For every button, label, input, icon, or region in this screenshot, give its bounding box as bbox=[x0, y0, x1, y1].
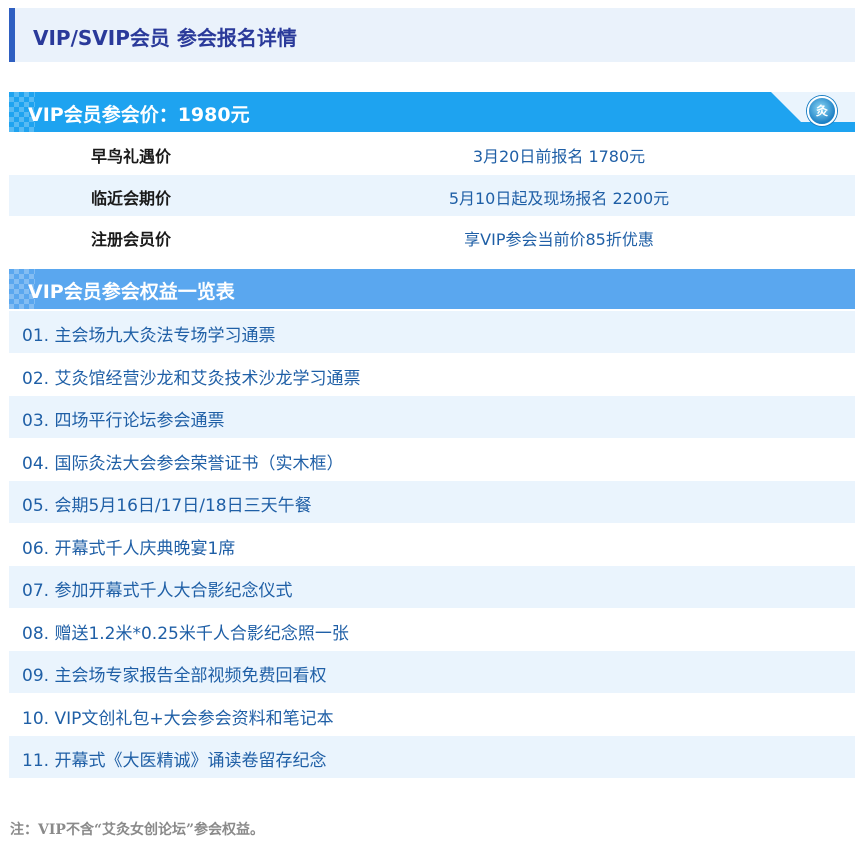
benefit-item: 09. 主会场专家报告全部视频免费回看权 bbox=[22, 666, 327, 686]
price-row-detail: 3月20日前报名 1780元 bbox=[472, 147, 646, 166]
benefit-row: 04. 国际灸法大会参会荣誉证书（实木框） bbox=[9, 439, 855, 481]
page-title-bar: VIP/SVIP会员 参会报名详情 bbox=[9, 8, 855, 62]
price-row-name: 临近会期价 bbox=[91, 189, 172, 208]
benefit-row: 06. 开幕式千人庆典晚宴1席 bbox=[9, 524, 855, 566]
moxibustion-logo-icon: 灸 bbox=[807, 96, 837, 126]
benefit-row: 11. 开幕式《大医精诚》诵读卷留存纪念 bbox=[9, 736, 855, 778]
benefit-row: 03. 四场平行论坛参会通票 bbox=[9, 396, 855, 438]
price-row-detail: 享VIP参会当前价85折优惠 bbox=[464, 230, 654, 249]
benefit-row: 01. 主会场九大灸法专场学习通票 bbox=[9, 311, 855, 353]
benefit-item: 06. 开幕式千人庆典晚宴1席 bbox=[22, 539, 236, 559]
benefit-row: 07. 参加开幕式千人大合影纪念仪式 bbox=[9, 566, 855, 608]
benefit-item: 10. VIP文创礼包+大会参会资料和笔记本 bbox=[22, 709, 334, 729]
price-row-detail: 5月10日起及现场报名 2200元 bbox=[448, 189, 670, 208]
benefit-item: 08. 赠送1.2米*0.25米千人合影纪念照一张 bbox=[22, 624, 349, 644]
benefit-row: 08. 赠送1.2米*0.25米千人合影纪念照一张 bbox=[9, 609, 855, 651]
price-row-name: 早鸟礼遇价 bbox=[91, 147, 172, 166]
benefit-row: 10. VIP文创礼包+大会参会资料和笔记本 bbox=[9, 694, 855, 736]
page-title: VIP/SVIP会员 参会报名详情 bbox=[33, 26, 297, 50]
price-section-header: VIP会员参会价：1980元 灸 bbox=[9, 92, 855, 132]
benefit-item: 02. 艾灸馆经营沙龙和艾灸技术沙龙学习通票 bbox=[22, 369, 361, 389]
benefit-item: 05. 会期5月16日/17日/18日三天午餐 bbox=[22, 496, 312, 516]
corner-decoration bbox=[771, 92, 855, 122]
price-section-title: VIP会员参会价：1980元 bbox=[28, 104, 250, 126]
benefit-row: 05. 会期5月16日/17日/18日三天午餐 bbox=[9, 481, 855, 523]
benefit-item: 07. 参加开幕式千人大合影纪念仪式 bbox=[22, 581, 293, 601]
benefit-item: 04. 国际灸法大会参会荣誉证书（实木框） bbox=[22, 454, 344, 474]
benefit-row: 02. 艾灸馆经营沙龙和艾灸技术沙龙学习通票 bbox=[9, 354, 855, 396]
benefit-item: 03. 四场平行论坛参会通票 bbox=[22, 411, 225, 431]
price-row: 早鸟礼遇价 3月20日前报名 1780元 bbox=[9, 133, 855, 174]
footnote: 注：VIP不含“艾灸女创论坛”参会权益。 bbox=[10, 822, 265, 838]
benefit-row: 09. 主会场专家报告全部视频免费回看权 bbox=[9, 651, 855, 693]
benefit-item: 11. 开幕式《大医精诚》诵读卷留存纪念 bbox=[22, 751, 327, 771]
benefits-section-header: VIP会员参会权益一览表 bbox=[9, 269, 855, 309]
price-row-name: 注册会员价 bbox=[91, 230, 172, 249]
benefits-section-title: VIP会员参会权益一览表 bbox=[28, 281, 235, 303]
price-row: 注册会员价 享VIP参会当前价85折优惠 bbox=[9, 216, 855, 257]
price-row: 临近会期价 5月10日起及现场报名 2200元 bbox=[9, 175, 855, 216]
benefit-item: 01. 主会场九大灸法专场学习通票 bbox=[22, 326, 276, 346]
